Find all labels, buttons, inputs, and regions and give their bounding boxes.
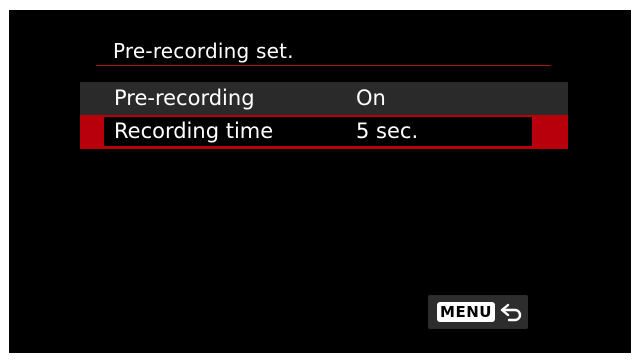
menu-item-value: On bbox=[356, 86, 386, 110]
menu-item-recording-time[interactable]: Recording time 5 sec. bbox=[80, 115, 568, 149]
menu-item-label: Pre-recording bbox=[114, 86, 255, 110]
menu-item-pre-recording[interactable]: Pre-recording On bbox=[80, 82, 568, 115]
return-arrow-icon bbox=[500, 303, 522, 322]
title-divider bbox=[96, 65, 551, 66]
menu-back-button[interactable]: MENU bbox=[428, 295, 528, 329]
camera-menu-screen bbox=[9, 10, 631, 353]
page-title: Pre-recording set. bbox=[113, 39, 294, 63]
menu-item-value: 5 sec. bbox=[356, 119, 419, 143]
menu-item-label: Recording time bbox=[114, 119, 274, 143]
menu-label: MENU bbox=[437, 302, 495, 322]
